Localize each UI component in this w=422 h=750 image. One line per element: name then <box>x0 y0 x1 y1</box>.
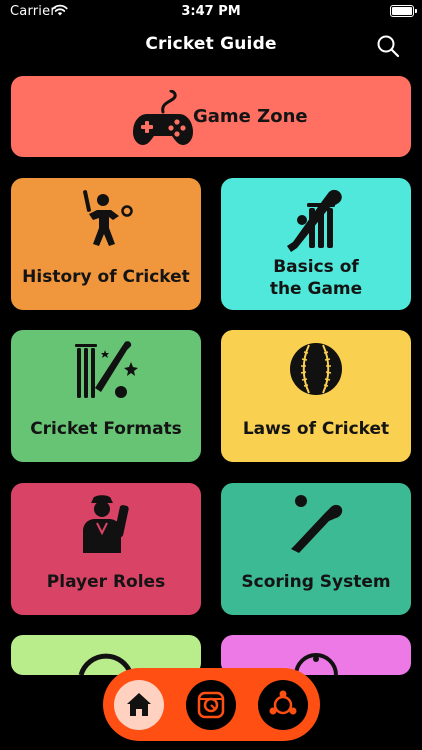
bottom-tab-bar <box>103 668 320 741</box>
clock: 3:47 PM <box>181 4 241 19</box>
tile-history-label: History of Cricket <box>22 267 190 287</box>
bat-and-stumps-icon <box>287 189 342 252</box>
trophy-bat-ball-icon <box>75 341 138 398</box>
game-zone-label: Game Zone <box>193 106 308 127</box>
tile-scoring-system[interactable]: Scoring System <box>221 483 411 615</box>
player-icon <box>83 495 129 553</box>
share-network-icon <box>269 690 297 715</box>
tile-player-roles-label: Player Roles <box>46 572 166 592</box>
page-title: Cricket Guide <box>145 34 277 54</box>
tile-basics-label: Basics of the Game <box>221 256 411 300</box>
tab-stadium[interactable] <box>186 680 236 730</box>
tile-cricket-formats[interactable]: Cricket Formats <box>11 330 201 462</box>
navigation-bar: Cricket Guide <box>0 24 422 68</box>
home-icon <box>127 693 151 716</box>
batsman-icon <box>83 190 133 246</box>
tile-scoring-label: Scoring System <box>241 572 391 592</box>
tab-home[interactable] <box>114 680 164 730</box>
tile-basics-label-line1: Basics of <box>273 257 359 277</box>
status-bar: Carrier 3:47 PM <box>0 0 422 24</box>
tile-laws-of-cricket[interactable]: Laws of Cricket <box>221 330 411 462</box>
bat-hitting-ball-icon <box>291 495 343 553</box>
cricket-ball-icon <box>290 343 342 395</box>
gamepad-icon <box>133 90 193 145</box>
tile-player-roles[interactable]: Player Roles <box>11 483 201 615</box>
tab-share[interactable] <box>258 680 308 730</box>
battery-icon <box>390 5 417 17</box>
search-icon <box>377 35 400 58</box>
tile-laws-label: Laws of Cricket <box>242 419 390 439</box>
tile-history-of-cricket[interactable]: History of Cricket <box>11 178 201 310</box>
tile-basics-of-the-game[interactable]: Basics of the Game <box>221 178 411 310</box>
game-zone-button[interactable]: Game Zone <box>11 76 411 157</box>
stadium-icon <box>197 691 225 719</box>
search-button[interactable] <box>374 32 402 60</box>
tile-basics-label-line2: the Game <box>269 279 363 299</box>
tile-formats-label: Cricket Formats <box>30 419 182 439</box>
